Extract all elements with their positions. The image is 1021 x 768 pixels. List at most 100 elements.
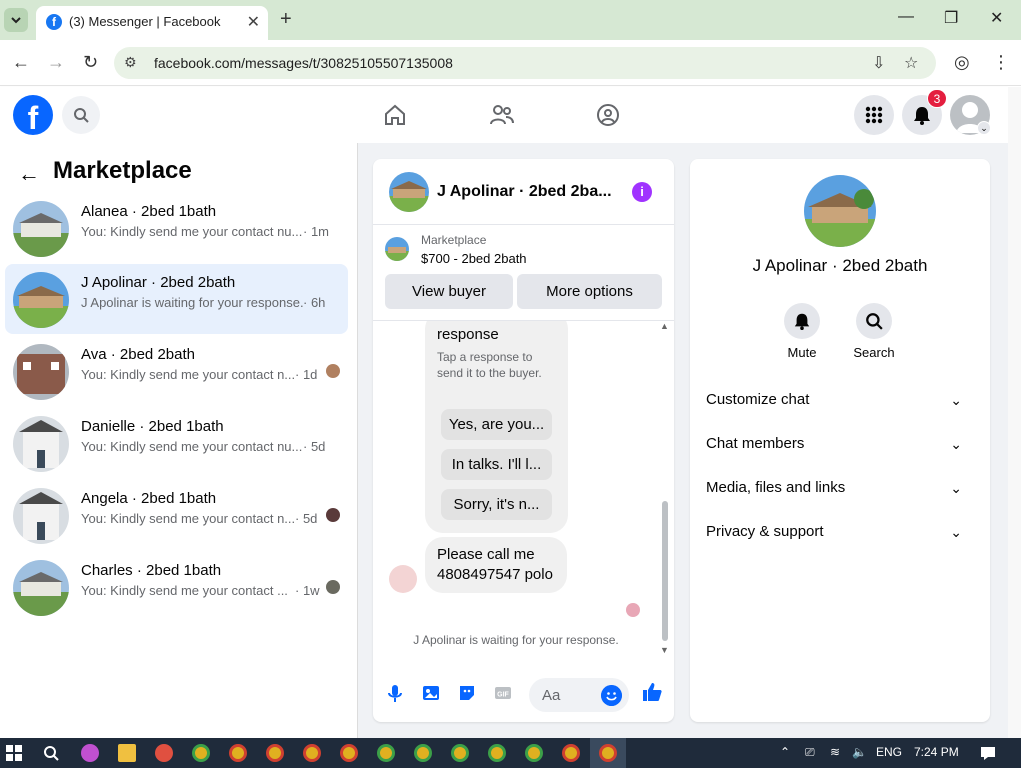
conversation-time: · 6h — [303, 295, 326, 310]
quick-reply-option[interactable]: Yes, are you... — [441, 409, 552, 440]
seen-avatar — [326, 508, 340, 522]
message-input[interactable]: Aa — [529, 678, 629, 712]
close-window-button[interactable]: ✕ — [990, 8, 1003, 28]
language-indicator[interactable]: ENG — [876, 745, 902, 759]
quick-reply-card: response Tap a response to send it to th… — [425, 321, 568, 533]
quick-reply-option[interactable]: Sorry, it's n... — [441, 489, 552, 520]
copilot-icon[interactable] — [81, 744, 99, 762]
conversation-name: Alanea · 2bed 1bath — [81, 203, 217, 220]
conversation-name: Danielle · 2bed 1bath — [81, 418, 224, 435]
chat-members-section[interactable]: Chat members ⌄ — [706, 430, 974, 458]
customize-chat-section[interactable]: Customize chat ⌄ — [706, 386, 974, 414]
chrome-icon[interactable] — [303, 744, 321, 762]
sticker-icon[interactable] — [457, 683, 477, 703]
conversation-item[interactable]: Ava · 2bed 2bath You: Kindly send me you… — [5, 336, 348, 406]
chrome-icon[interactable] — [414, 744, 432, 762]
tab-title: (3) Messenger | Facebook — [69, 14, 221, 29]
install-app-icon[interactable]: ⇩ — [872, 53, 885, 73]
minimize-button[interactable]: — — [898, 8, 914, 26]
browser-tab-messenger[interactable]: f (3) Messenger | Facebook ✕ — [36, 6, 268, 40]
gif-icon[interactable]: GIF — [493, 683, 513, 703]
forward-button[interactable]: → — [47, 52, 65, 73]
address-bar[interactable]: ⚙ facebook.com/messages/t/30825105507135… — [114, 47, 936, 79]
close-tab-icon[interactable]: ✕ — [247, 12, 260, 32]
volume-icon[interactable]: 🔈 — [852, 745, 867, 759]
conversation-item-active[interactable]: J Apolinar · 2bed 2bath J Apolinar is wa… — [5, 264, 348, 334]
chrome-icon[interactable] — [229, 744, 247, 762]
profile-icon[interactable]: ◎ — [954, 52, 970, 73]
tray-chevron-icon[interactable]: ⌃ — [780, 745, 790, 759]
conversation-item[interactable]: Danielle · 2bed 1bath You: Kindly send m… — [5, 408, 348, 478]
listing-thumbnail — [13, 344, 69, 400]
site-info-icon[interactable]: ⚙ — [124, 54, 137, 71]
listing-title[interactable]: $700 - 2bed 2bath — [421, 251, 527, 266]
profile-name: J Apolinar · 2bed 2bath — [752, 256, 928, 275]
search-icon[interactable] — [43, 745, 59, 761]
conversation-item[interactable]: Charles · 2bed 1bath You: Kindly send me… — [5, 552, 348, 622]
emoji-icon[interactable] — [601, 685, 622, 706]
scroll-thumb[interactable] — [662, 501, 668, 641]
chat-avatar[interactable] — [389, 172, 429, 212]
reload-button[interactable]: ↻ — [83, 52, 98, 73]
page-scrollbar[interactable] — [1008, 87, 1021, 738]
groups-nav-button[interactable] — [594, 101, 622, 129]
chat-title[interactable]: J Apolinar · 2bed 2ba... — [437, 183, 612, 201]
chrome-icon[interactable] — [488, 744, 506, 762]
search-button[interactable] — [62, 96, 100, 134]
chat-scrollbar[interactable]: ▲ ▼ — [660, 321, 670, 657]
scroll-down-icon[interactable]: ▼ — [660, 645, 669, 655]
media-files-links-section[interactable]: Media, files and links ⌄ — [706, 474, 974, 502]
chrome-icon[interactable] — [525, 744, 543, 762]
url-text: facebook.com/messages/t/3082510550713500… — [154, 55, 453, 71]
more-options-button[interactable]: More options — [517, 274, 662, 309]
windows-start-icon[interactable] — [6, 745, 22, 761]
profile-photo[interactable] — [804, 175, 876, 247]
chrome-icon-active[interactable] — [599, 744, 617, 762]
home-icon — [385, 104, 405, 125]
thumbs-up-icon[interactable] — [641, 681, 663, 703]
chrome-icon[interactable] — [451, 744, 469, 762]
chrome-icon[interactable] — [377, 744, 395, 762]
chevron-down-icon — [11, 17, 21, 24]
chrome-icon[interactable] — [266, 744, 284, 762]
chrome-icon[interactable] — [340, 744, 358, 762]
photo-icon[interactable] — [421, 683, 441, 703]
conversation-preview: You: Kindly send me your contact n... — [81, 511, 296, 526]
scroll-up-icon[interactable]: ▲ — [660, 321, 669, 331]
privacy-support-section[interactable]: Privacy & support ⌄ — [706, 518, 974, 546]
chrome-icon[interactable] — [562, 744, 580, 762]
restore-button[interactable]: ❐ — [944, 8, 958, 28]
meet-now-icon[interactable]: ⎚ — [805, 745, 815, 760]
friends-nav-button[interactable] — [488, 101, 516, 129]
info-icon[interactable]: i — [632, 182, 652, 202]
notification-badge: 3 — [927, 89, 947, 108]
chrome-icon[interactable] — [192, 744, 210, 762]
search-action[interactable]: Search — [844, 303, 904, 360]
file-explorer-icon[interactable] — [118, 744, 136, 762]
facebook-header: f 3 ⌄ — [0, 87, 1008, 143]
svg-text:GIF: GIF — [497, 692, 509, 699]
back-button[interactable]: ← — [12, 52, 30, 73]
new-tab-button[interactable]: + — [280, 8, 292, 31]
notification-center-icon[interactable] — [980, 745, 996, 761]
account-chevron-icon[interactable]: ⌄ — [977, 121, 991, 135]
conversation-name: Ava · 2bed 2bath — [81, 346, 195, 363]
conversation-item[interactable]: Alanea · 2bed 1bath You: Kindly send me … — [5, 193, 348, 263]
bell-icon — [794, 313, 810, 330]
tab-search-button[interactable] — [4, 8, 28, 32]
back-arrow-icon[interactable]: ← — [18, 161, 40, 187]
view-buyer-button[interactable]: View buyer — [385, 274, 513, 309]
conversation-item[interactable]: Angela · 2bed 1bath You: Kindly send me … — [5, 480, 348, 550]
bookmark-star-icon[interactable]: ☆ — [904, 53, 918, 73]
paint-app-icon[interactable] — [155, 744, 173, 762]
home-nav-button[interactable] — [381, 101, 409, 129]
microphone-icon[interactable] — [385, 683, 405, 703]
wifi-icon[interactable]: ≋ — [830, 745, 840, 759]
quick-reply-option[interactable]: In talks. I'll l... — [441, 449, 552, 480]
facebook-logo-icon[interactable]: f — [13, 95, 53, 135]
browser-menu-icon[interactable]: ⋮ — [992, 52, 1010, 73]
chat-header: J Apolinar · 2bed 2ba... i — [373, 159, 674, 225]
clock[interactable]: 7:24 PM — [914, 745, 959, 759]
mute-action[interactable]: Mute — [772, 303, 832, 360]
menu-button[interactable] — [854, 95, 894, 135]
